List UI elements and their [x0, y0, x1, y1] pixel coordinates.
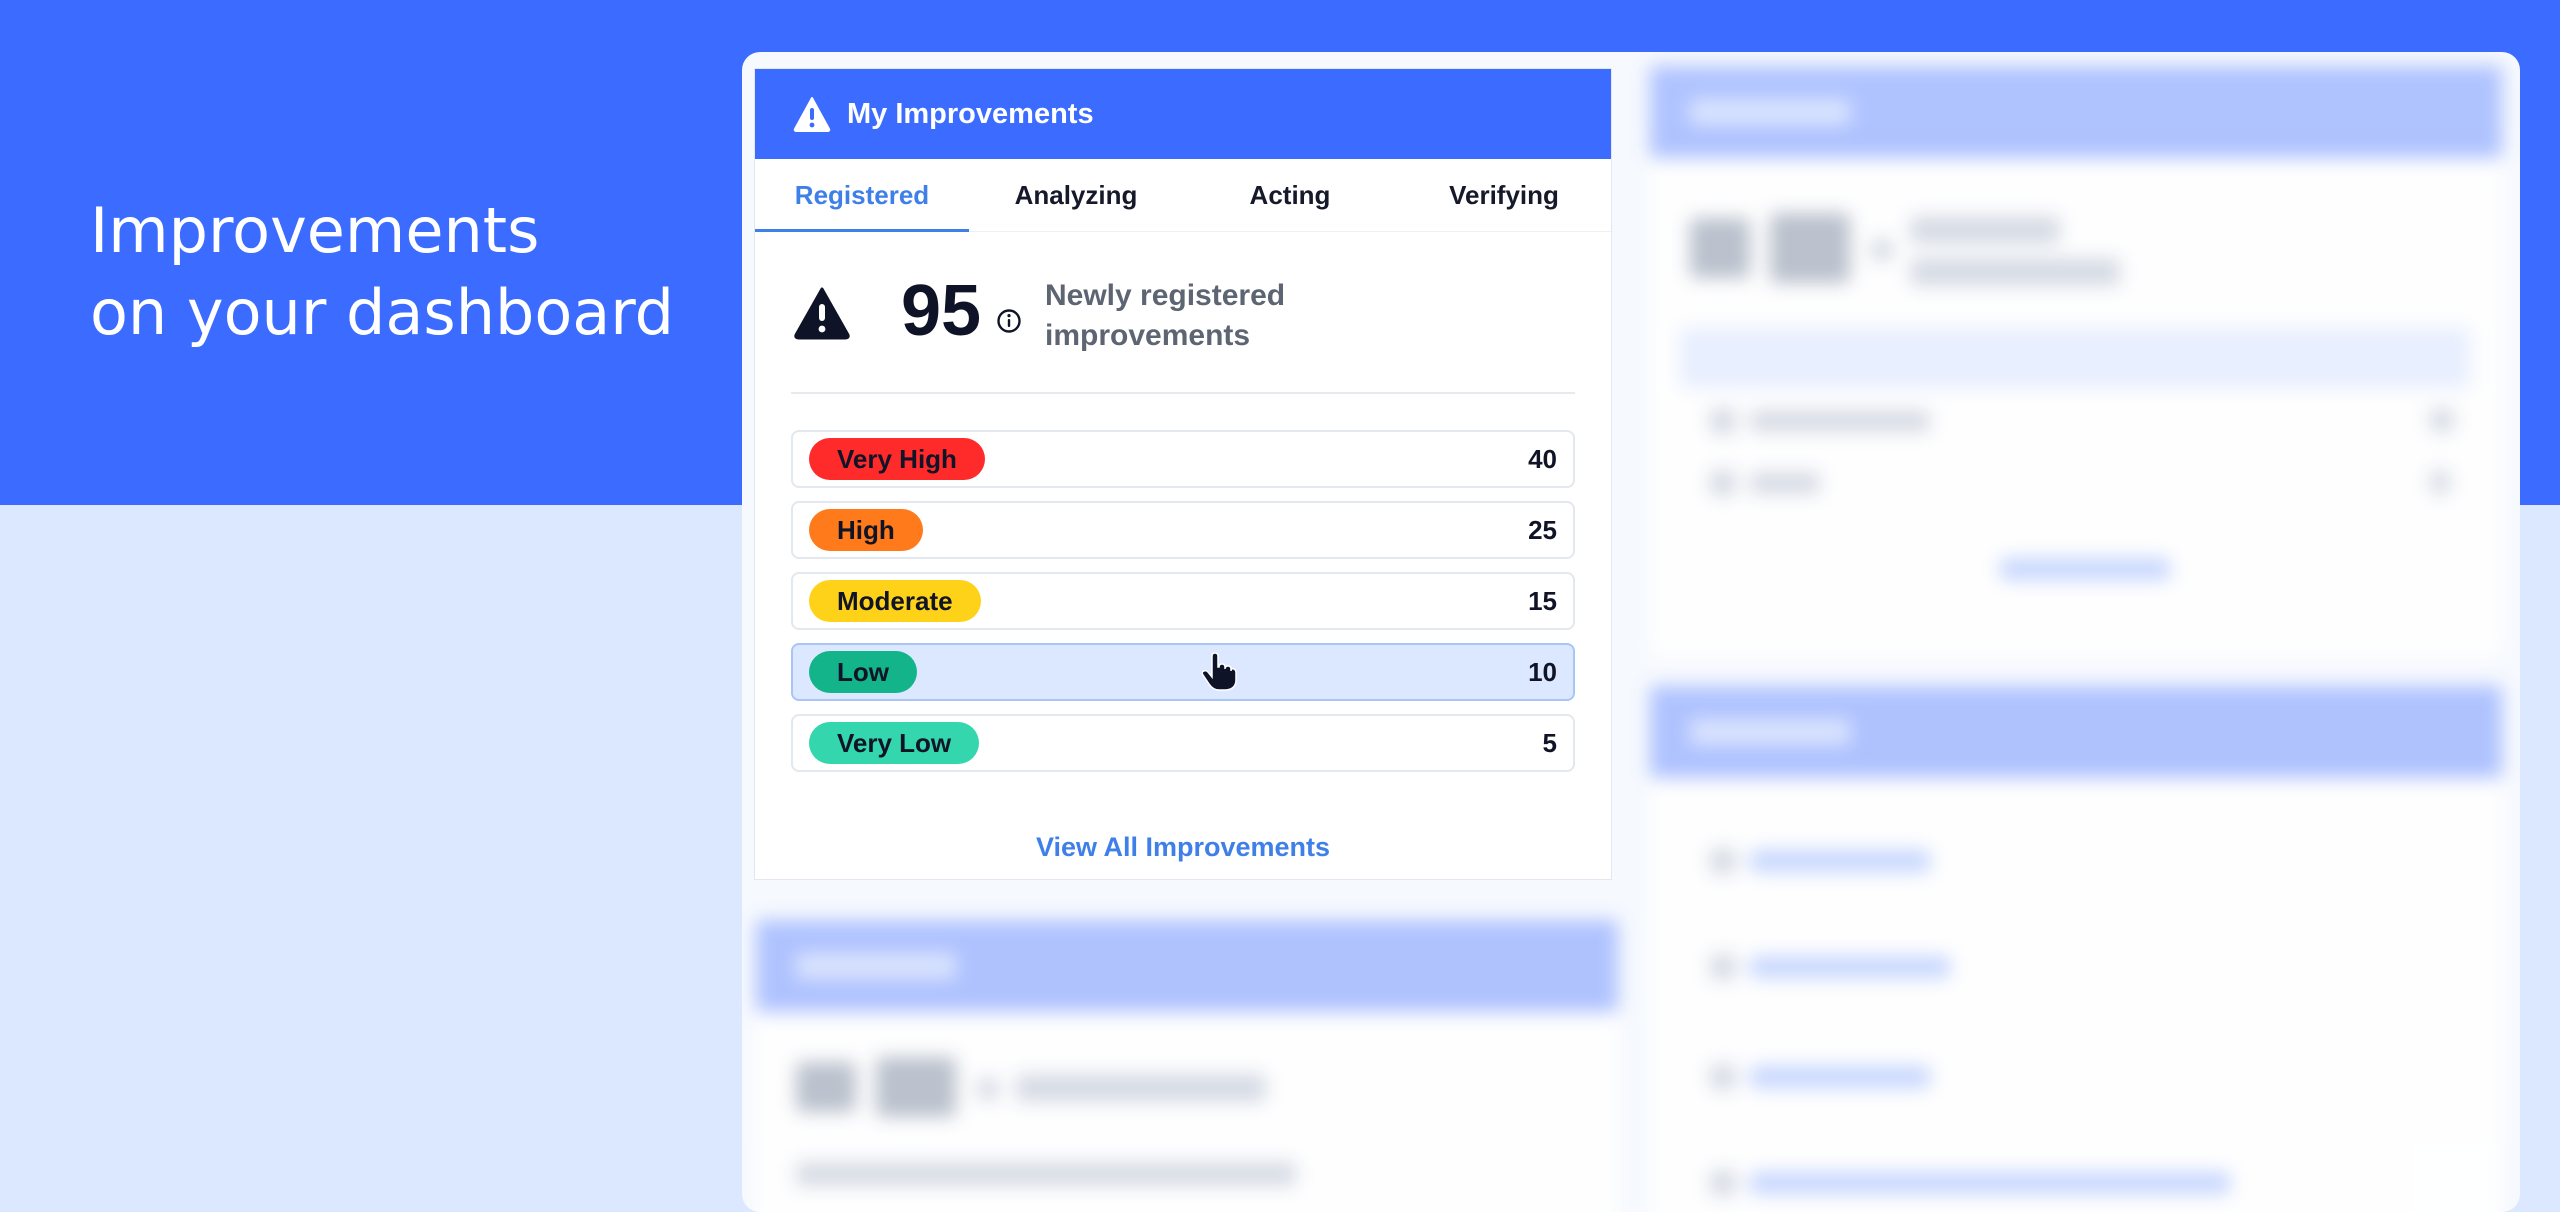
hero-line-1: Improvements: [90, 194, 540, 267]
priority-row-very-high[interactable]: Very High 40: [791, 430, 1575, 488]
warning-triangle-icon: [793, 97, 831, 132]
priority-badge: Moderate: [809, 580, 981, 622]
priority-row-low[interactable]: Low 10: [791, 643, 1575, 701]
priority-row-high[interactable]: High 25: [791, 501, 1575, 559]
priority-count: 10: [1528, 656, 1557, 687]
blurred-tasks-widget: [1650, 66, 2502, 666]
card-header: My Improvements: [755, 69, 1611, 159]
priority-count: 40: [1528, 443, 1557, 474]
priority-count: 25: [1528, 514, 1557, 545]
hero-line-2: on your dashboard: [90, 276, 675, 349]
blurred-widget-header: [1650, 686, 2502, 778]
priority-badge: Very High: [809, 438, 985, 480]
priority-badge: Very Low: [809, 722, 980, 764]
improvement-count: 95: [901, 271, 982, 351]
summary-section: 95 Newly registered improvements: [791, 232, 1575, 394]
hero-headline: Improvements on your dashboard: [90, 190, 674, 354]
tab-analyzing[interactable]: Analyzing: [969, 159, 1183, 231]
my-improvements-card: My Improvements Registered Analyzing Act…: [754, 68, 1612, 880]
priority-list: Very High 40 High 25 Moderate 15 Low 10 …: [791, 430, 1575, 772]
blurred-widget-header: [756, 920, 1618, 1012]
blurred-checklist-widget: [756, 920, 1618, 1212]
priority-badge: High: [809, 509, 923, 551]
blurred-widget-header: [1650, 66, 2502, 158]
priority-count: 15: [1528, 585, 1557, 616]
tab-acting[interactable]: Acting: [1183, 159, 1397, 231]
summary-description: Newly registered improvements: [1045, 279, 1286, 352]
view-all-improvements-link[interactable]: View All Improvements: [755, 832, 1611, 863]
hand-pointer-cursor-icon: [1201, 652, 1237, 691]
blurred-links-widget: [1650, 686, 2502, 1212]
info-icon[interactable]: [996, 308, 1022, 334]
tab-registered[interactable]: Registered: [755, 159, 969, 232]
priority-badge: Low: [809, 651, 917, 693]
priority-count: 5: [1542, 727, 1557, 758]
priority-row-very-low[interactable]: Very Low 5: [791, 714, 1575, 772]
status-tabs: Registered Analyzing Acting Verifying: [755, 159, 1611, 232]
priority-row-moderate[interactable]: Moderate 15: [791, 572, 1575, 630]
warning-triangle-icon: [794, 287, 850, 340]
tab-verifying[interactable]: Verifying: [1397, 159, 1611, 231]
card-title: My Improvements: [847, 97, 1094, 130]
